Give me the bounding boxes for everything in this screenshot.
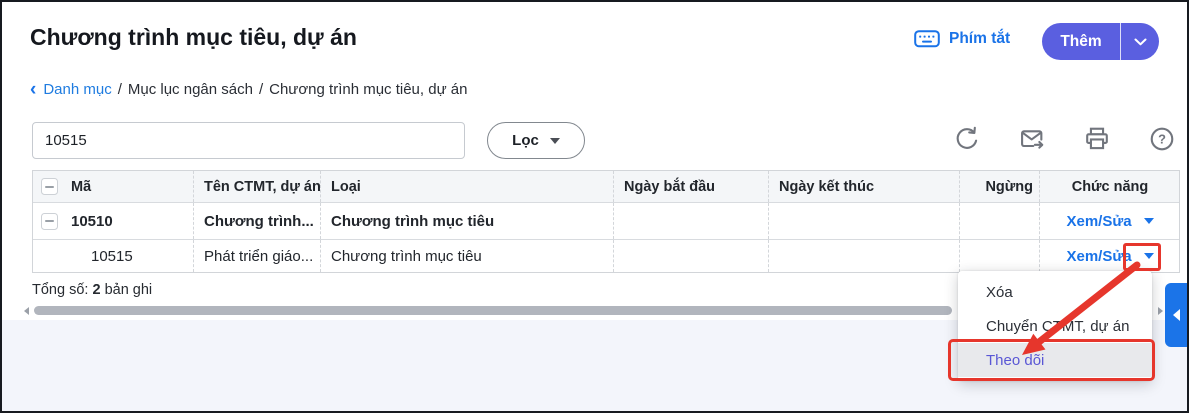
app-window: Chương trình mục tiêu, dự án Phím tắt Th… bbox=[0, 0, 1189, 413]
cell-name: Phát triển giáo... bbox=[193, 240, 320, 272]
column-header-code[interactable]: Mã bbox=[65, 171, 193, 202]
help-icon[interactable]: ? bbox=[1148, 125, 1176, 153]
caret-down-icon bbox=[550, 138, 560, 144]
toolbar-icon-group: ? bbox=[953, 125, 1176, 153]
print-icon[interactable] bbox=[1083, 125, 1111, 153]
cell-type: Chương trình mục tiêu bbox=[320, 203, 613, 239]
scrollbar-thumb[interactable] bbox=[34, 306, 952, 315]
add-split-button[interactable]: Thêm bbox=[1042, 23, 1159, 60]
cell-stopped bbox=[959, 240, 1039, 272]
record-count-value: 2 bbox=[92, 282, 100, 298]
shortcut-label: Phím tắt bbox=[949, 30, 1010, 48]
cell-name: Chương trình... bbox=[193, 203, 320, 239]
collapse-panel-icon bbox=[1173, 309, 1180, 321]
row-collapse-toggle[interactable] bbox=[41, 213, 58, 230]
chevron-down-icon bbox=[1134, 38, 1147, 46]
breadcrumb-item-current: Chương trình mục tiêu, dự án bbox=[269, 81, 467, 98]
data-table: Mã Tên CTMT, dự án Loại Ngày bắt đầu Ngà… bbox=[32, 170, 1180, 273]
search-input[interactable] bbox=[32, 122, 465, 159]
column-header-start-date[interactable]: Ngày bắt đầu bbox=[613, 171, 768, 202]
refresh-icon[interactable] bbox=[953, 125, 981, 153]
cell-stopped bbox=[959, 203, 1039, 239]
column-header-end-date[interactable]: Ngày kết thúc bbox=[768, 171, 959, 202]
annotation-box-caret bbox=[1123, 243, 1161, 271]
add-button[interactable]: Thêm bbox=[1042, 23, 1121, 60]
column-header-actions[interactable]: Chức năng bbox=[1039, 171, 1180, 202]
breadcrumb-link-danh-muc[interactable]: Danh mục bbox=[43, 81, 111, 98]
cell-start-date bbox=[613, 240, 768, 272]
breadcrumb: ‹ Danh mục / Mục lục ngân sách / Chương … bbox=[30, 81, 467, 98]
record-count-unit: bản ghi bbox=[105, 282, 153, 298]
menu-item-move-ctmt[interactable]: Chuyển CTMT, dự án bbox=[958, 309, 1152, 343]
menu-item-delete[interactable]: Xóa bbox=[958, 275, 1152, 309]
view-edit-link[interactable]: Xem/Sửa bbox=[1066, 248, 1131, 265]
cell-end-date bbox=[768, 203, 959, 239]
cell-end-date bbox=[768, 240, 959, 272]
add-dropdown-toggle[interactable] bbox=[1121, 23, 1159, 60]
table-row[interactable]: 10510 Chương trình... Chương trình mục t… bbox=[33, 202, 1179, 239]
scroll-left-icon[interactable] bbox=[24, 307, 29, 315]
cell-start-date bbox=[613, 203, 768, 239]
table-row[interactable]: 10515 Phát triển giáo... Chương trình mụ… bbox=[33, 239, 1179, 272]
keyboard-icon bbox=[914, 30, 940, 48]
scroll-right-icon[interactable] bbox=[1158, 307, 1163, 315]
page-title: Chương trình mục tiêu, dự án bbox=[30, 24, 357, 51]
svg-text:?: ? bbox=[1158, 132, 1166, 147]
cell-code: 10515 bbox=[65, 240, 193, 272]
record-count-label: Tổng số: bbox=[32, 282, 88, 298]
breadcrumb-separator: / bbox=[118, 81, 122, 98]
collapse-panel-toggle[interactable] bbox=[1165, 283, 1187, 347]
record-count: Tổng số: 2 bản ghi bbox=[32, 282, 152, 298]
view-edit-link[interactable]: Xem/Sửa bbox=[1066, 213, 1131, 230]
back-chevron-icon[interactable]: ‹ bbox=[30, 83, 36, 97]
select-all-checkbox[interactable] bbox=[41, 178, 58, 195]
breadcrumb-item: Mục lục ngân sách bbox=[128, 81, 253, 98]
cell-code: 10510 bbox=[65, 203, 193, 239]
column-header-name[interactable]: Tên CTMT, dự án bbox=[193, 171, 320, 202]
filter-button[interactable]: Lọc bbox=[487, 122, 585, 159]
cell-type: Chương trình mục tiêu bbox=[320, 240, 613, 272]
annotation-box-follow bbox=[948, 339, 1155, 381]
table-header-row: Mã Tên CTMT, dự án Loại Ngày bắt đầu Ngà… bbox=[33, 171, 1179, 202]
shortcut-link[interactable]: Phím tắt bbox=[914, 30, 1010, 48]
column-header-stopped[interactable]: Ngừng bbox=[959, 171, 1039, 202]
row-actions-caret-icon[interactable] bbox=[1144, 218, 1154, 224]
send-mail-icon[interactable] bbox=[1018, 125, 1046, 153]
filter-label: Lọc bbox=[512, 132, 539, 149]
breadcrumb-separator: / bbox=[259, 81, 263, 98]
column-header-type[interactable]: Loại bbox=[320, 171, 613, 202]
